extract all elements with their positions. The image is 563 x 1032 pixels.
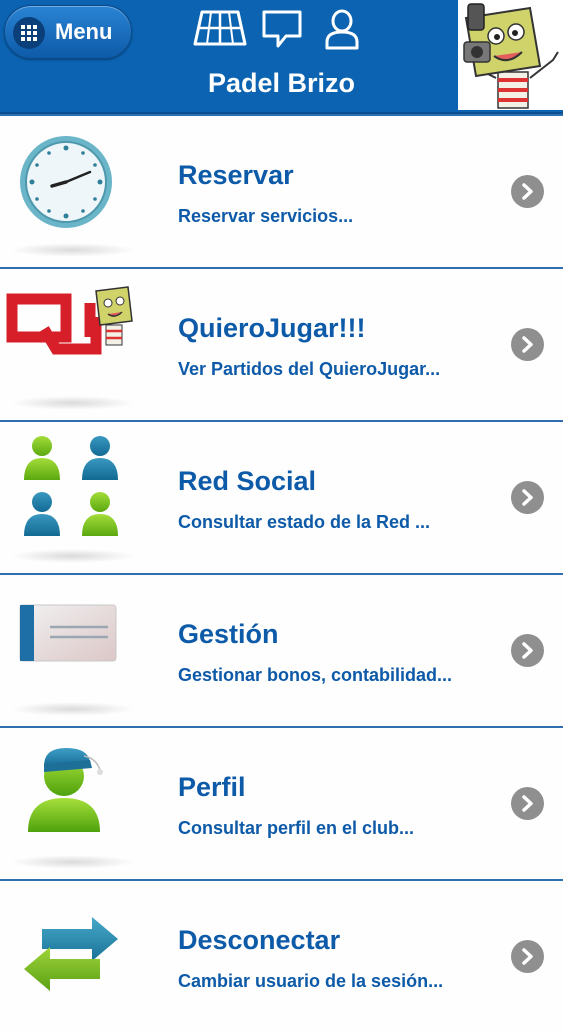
list-item-gestion[interactable]: Gestión Gestionar bonos, contabilidad... (0, 573, 563, 726)
icon-shadow (10, 549, 135, 563)
mascot-avatar[interactable] (458, 0, 563, 110)
icon-shadow (10, 855, 135, 869)
user-icon[interactable] (322, 8, 362, 55)
chevron-right-icon[interactable] (511, 940, 544, 973)
chevron-right-icon[interactable] (511, 175, 544, 208)
item-subtitle: Ver Partidos del QuieroJugar... (178, 359, 441, 379)
list-item-desconectar[interactable]: Desconectar Cambiar usuario de la sesión… (0, 879, 563, 1032)
item-title: Desconectar (178, 925, 341, 955)
item-subtitle: Gestionar bonos, contabilidad... (178, 665, 453, 685)
item-subtitle: Reservar servicios... (178, 206, 354, 226)
item-subtitle: Consultar estado de la Red ... (178, 512, 431, 532)
grid-icon (13, 17, 45, 49)
chevron-right-icon[interactable] (511, 634, 544, 667)
app-title: Padel Brizo (207, 68, 356, 98)
list-item-red-social[interactable]: Red Social Consultar estado de la Red ..… (0, 420, 563, 573)
menu-button[interactable]: Menu (4, 5, 132, 59)
clock-icon (4, 124, 140, 254)
item-title: Gestión (178, 619, 279, 649)
quierojugar-logo-icon (4, 277, 140, 407)
app-header: Menu Padel Brizo (0, 0, 563, 114)
list-item-perfil[interactable]: Perfil Consultar perfil en el club... (0, 726, 563, 879)
chevron-right-icon[interactable] (511, 328, 544, 361)
people-group-icon (4, 430, 140, 560)
list-item-reservar[interactable]: Reservar Reservar servicios... (0, 114, 563, 267)
menu-label: Menu (55, 19, 113, 44)
item-title: Reservar (178, 160, 294, 190)
chevron-right-icon[interactable] (511, 787, 544, 820)
card-icon (4, 583, 140, 713)
chat-icon[interactable] (260, 8, 304, 55)
item-subtitle: Cambiar usuario de la sesión... (178, 971, 444, 991)
profile-icon (4, 736, 140, 866)
list-item-quierojugar[interactable]: QuieroJugar!!! Ver Partidos del QuieroJu… (0, 267, 563, 420)
item-title: Perfil (178, 772, 246, 802)
chevron-right-icon[interactable] (511, 481, 544, 514)
item-title: QuieroJugar!!! (178, 313, 366, 343)
item-title: Red Social (178, 466, 317, 496)
item-subtitle: Consultar perfil en el club... (178, 818, 415, 838)
icon-shadow (10, 243, 135, 257)
icon-shadow (10, 396, 135, 410)
court-icon[interactable] (192, 8, 248, 53)
icon-shadow (10, 702, 135, 716)
